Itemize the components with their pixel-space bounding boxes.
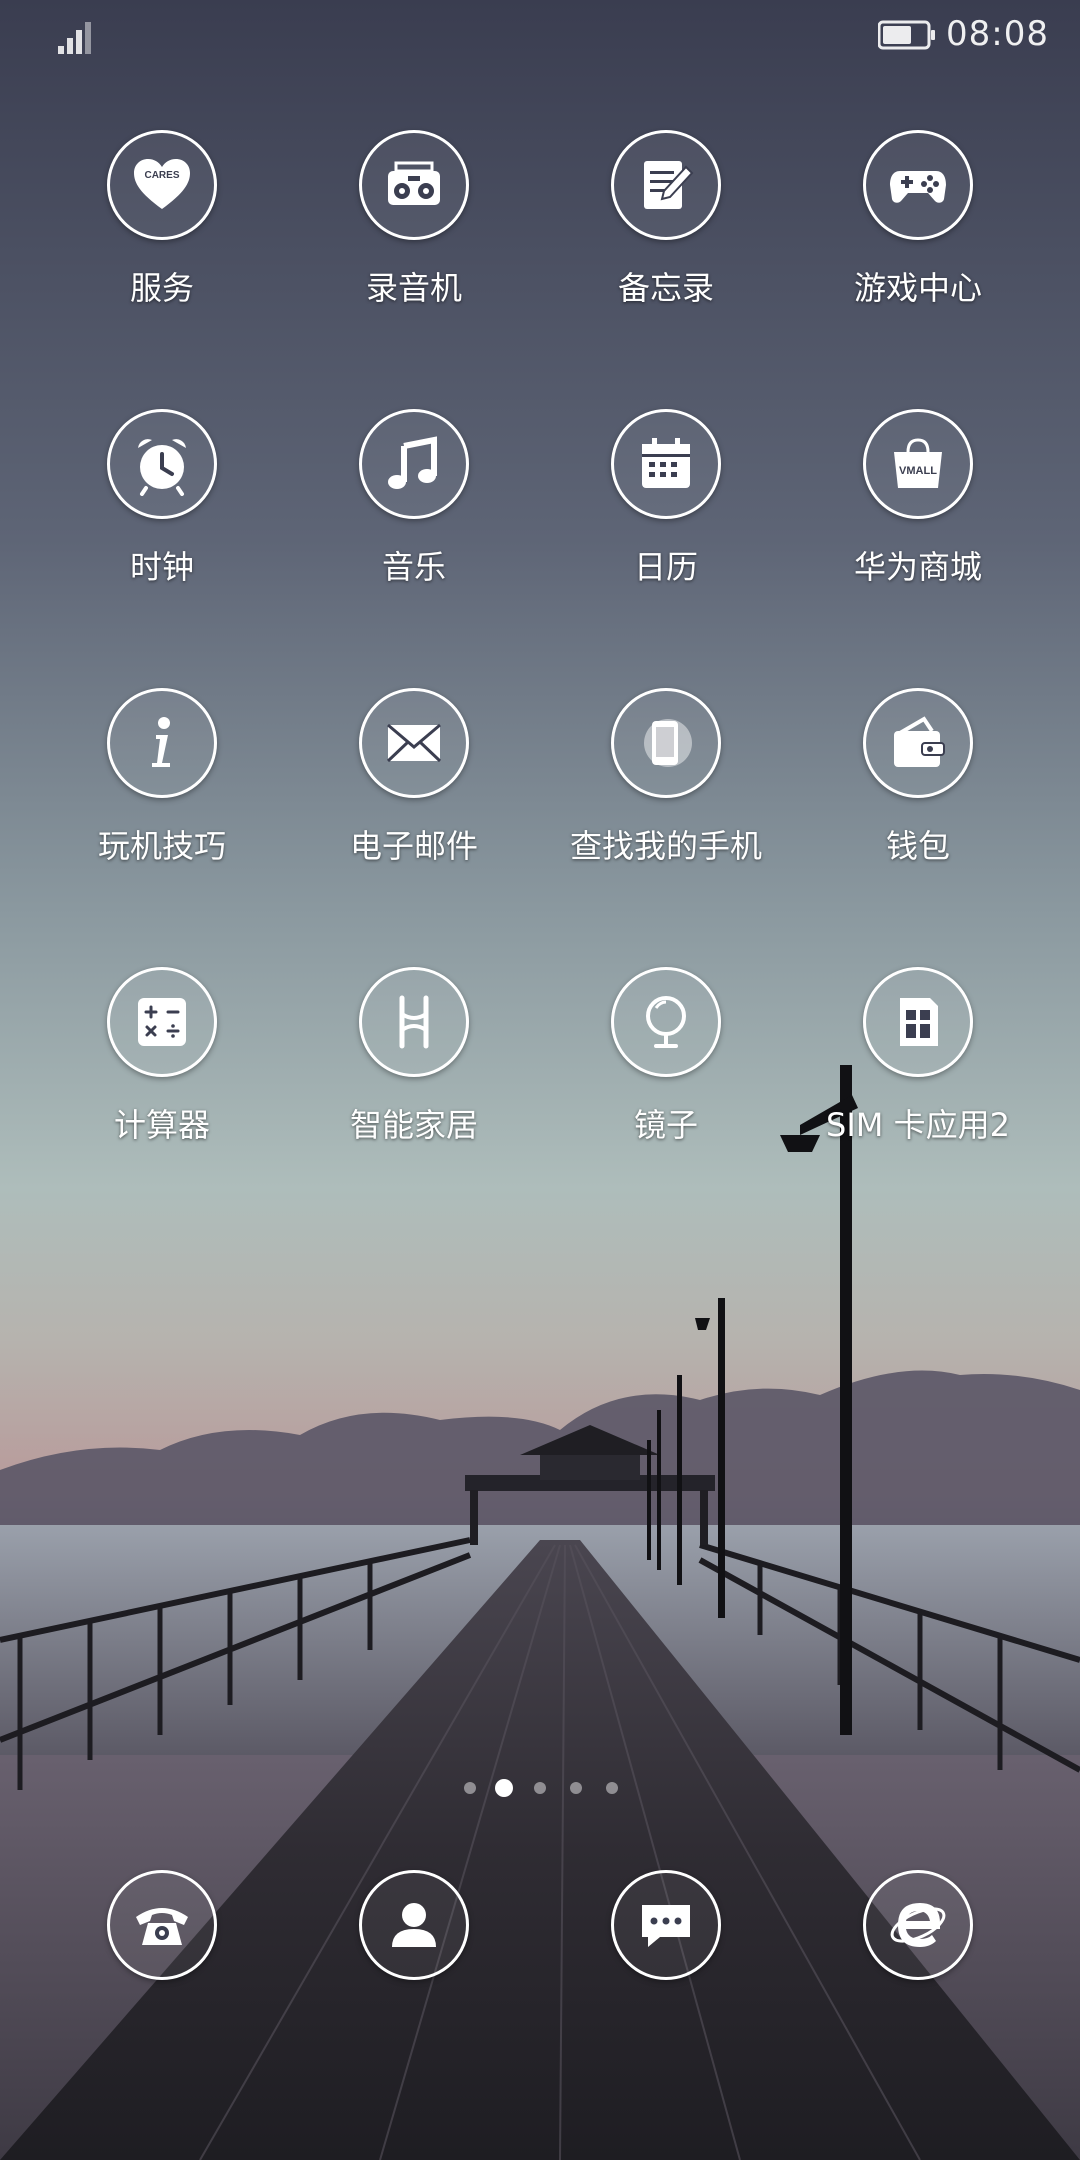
app-label: 服务 <box>129 269 194 307</box>
browser-icon <box>863 1870 973 1980</box>
messages-icon <box>611 1870 721 1980</box>
app-smart-home[interactable]: 智能家居 <box>314 957 514 1145</box>
app-wallet[interactable]: 钱包 <box>818 678 1018 866</box>
app-label: 钱包 <box>885 827 950 865</box>
svg-text:CARES: CARES <box>144 170 179 181</box>
app-label: 智能家居 <box>349 1106 478 1144</box>
app-label: 华为商城 <box>853 548 982 586</box>
app-label: 电子邮件 <box>349 827 478 865</box>
app-label: SIM 卡应用2 <box>826 1106 1010 1144</box>
page-dot[interactable] <box>464 1782 476 1794</box>
app-row: 时钟 音乐 日历 VMALL 华为商城 <box>0 399 1080 678</box>
app-label: 镜子 <box>633 1106 698 1144</box>
svg-text:VMALL: VMALL <box>899 465 937 477</box>
contacts-icon <box>359 1870 469 1980</box>
app-game-center[interactable]: 游戏中心 <box>818 120 1018 308</box>
app-label: 玩机技巧 <box>97 827 226 865</box>
app-clock[interactable]: 时钟 <box>62 399 262 587</box>
calculator-icon <box>107 967 217 1077</box>
app-label: 录音机 <box>365 269 462 307</box>
dock-messages[interactable] <box>566 1860 766 1980</box>
page-dot[interactable] <box>570 1782 582 1794</box>
battery-icon <box>878 20 935 50</box>
status-bar: 08:08 <box>0 0 1080 70</box>
calendar-icon <box>611 409 721 519</box>
page-indicator <box>0 1776 1080 1800</box>
page-dot-active[interactable] <box>495 1779 513 1797</box>
app-recorder[interactable]: 录音机 <box>314 120 514 308</box>
app-label: 计算器 <box>113 1106 210 1144</box>
app-vmall[interactable]: VMALL 华为商城 <box>818 399 1018 587</box>
app-label: 游戏中心 <box>853 269 982 307</box>
page-dot[interactable] <box>606 1782 618 1794</box>
phone-icon <box>107 1870 217 1980</box>
vmall-bag-icon: VMALL <box>863 409 973 519</box>
find-phone-icon <box>611 688 721 798</box>
app-services[interactable]: CARES 服务 <box>62 120 262 308</box>
app-sim-toolkit-2[interactable]: SIM 卡应用2 <box>818 957 1018 1145</box>
smart-home-icon <box>359 967 469 1077</box>
page-dot[interactable] <box>534 1782 546 1794</box>
mirror-icon <box>611 967 721 1077</box>
app-label: 时钟 <box>129 548 194 586</box>
app-label: 查找我的手机 <box>569 827 762 865</box>
signal-icon <box>58 22 91 54</box>
app-grid: CARES 服务 录音机 备忘录 游戏中心 时钟 音乐 日历 VMALL 华为商… <box>0 120 1080 1236</box>
app-mirror[interactable]: 镜子 <box>566 957 766 1145</box>
alarm-clock-icon <box>107 409 217 519</box>
app-calculator[interactable]: 计算器 <box>62 957 262 1145</box>
music-note-icon <box>359 409 469 519</box>
app-tips[interactable]: 玩机技巧 <box>62 678 262 866</box>
app-memo[interactable]: 备忘录 <box>566 120 766 308</box>
app-music[interactable]: 音乐 <box>314 399 514 587</box>
clock-time: 08:08 <box>946 14 1049 54</box>
dock-phone[interactable] <box>62 1860 262 1980</box>
app-row: CARES 服务 录音机 备忘录 游戏中心 <box>0 120 1080 399</box>
dock <box>0 1860 1080 1990</box>
mail-icon <box>359 688 469 798</box>
notepad-icon <box>611 130 721 240</box>
dock-browser[interactable] <box>818 1860 1018 1980</box>
app-label: 备忘录 <box>617 269 714 307</box>
info-icon <box>107 688 217 798</box>
app-email[interactable]: 电子邮件 <box>314 678 514 866</box>
gamepad-icon <box>863 130 973 240</box>
dock-contacts[interactable] <box>314 1860 514 1980</box>
app-label: 日历 <box>633 548 698 586</box>
app-row: 玩机技巧 电子邮件 查找我的手机 钱包 <box>0 678 1080 957</box>
sim-card-icon <box>863 967 973 1077</box>
app-row: 计算器 智能家居 镜子 SIM 卡应用2 <box>0 957 1080 1236</box>
cares-heart-icon: CARES <box>107 130 217 240</box>
wallet-icon <box>863 688 973 798</box>
app-calendar[interactable]: 日历 <box>566 399 766 587</box>
radio-recorder-icon <box>359 130 469 240</box>
app-label: 音乐 <box>381 548 446 586</box>
app-find-my-phone[interactable]: 查找我的手机 <box>566 678 766 866</box>
